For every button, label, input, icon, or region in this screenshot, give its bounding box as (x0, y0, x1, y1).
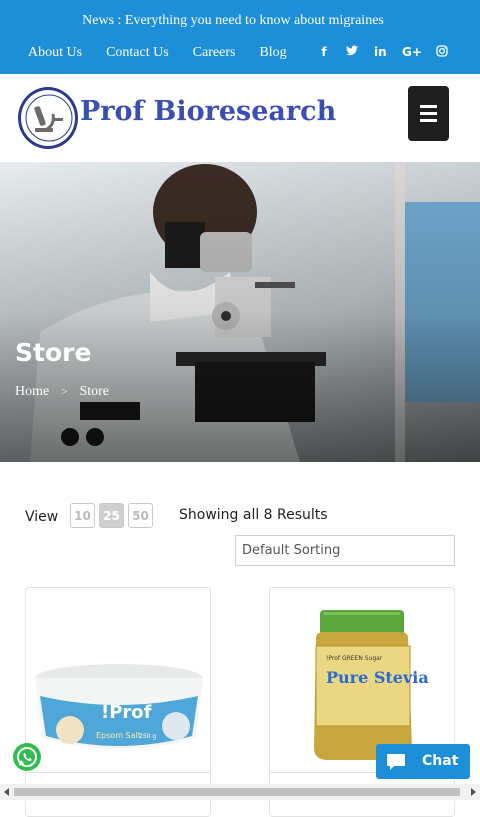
product-label-epsom: !Prof (101, 702, 152, 723)
product-sublabel-stevia: Pure Stevia (326, 668, 429, 687)
hamburger-line (420, 112, 437, 115)
news-ticker[interactable]: News : Everything you need to know about… (0, 13, 466, 29)
instagram-icon[interactable] (436, 45, 448, 60)
page-size-50[interactable]: 50 (128, 503, 153, 528)
google-plus-icon[interactable]: G+ (402, 45, 422, 60)
facebook-icon[interactable]: f (318, 45, 330, 60)
linkedin-icon[interactable]: in (374, 45, 387, 60)
scroll-left-arrow-icon[interactable] (4, 788, 9, 796)
scrollbar-thumb[interactable] (14, 788, 460, 796)
nav-careers[interactable]: Careers (193, 45, 236, 61)
social-links: f in G+ (318, 45, 448, 60)
chat-widget-button[interactable]: Chat (376, 744, 470, 779)
product-card[interactable]: !Prof GREEN Sugar Pure Stevia (269, 587, 455, 817)
top-bar: News : Everything you need to know about… (0, 0, 480, 74)
scroll-right-arrow-icon[interactable] (471, 788, 476, 796)
twitter-icon[interactable] (346, 45, 358, 60)
chat-label: Chat (422, 753, 459, 769)
nav-blog[interactable]: Blog (259, 45, 286, 61)
page-title: Store (15, 338, 92, 367)
hamburger-line (420, 119, 437, 122)
hamburger-menu-button[interactable] (408, 86, 449, 141)
page-size-10[interactable]: 10 (70, 503, 95, 528)
breadcrumb-separator-icon: > (61, 386, 68, 398)
sorting-select[interactable]: Default Sorting (235, 535, 455, 566)
breadcrumb-current: Store (79, 384, 109, 399)
product-label-stevia: !Prof GREEN Sugar (326, 655, 383, 662)
hamburger-menu-icon (420, 105, 437, 108)
top-nav: About Us Contact Us Careers Blog (28, 45, 311, 61)
breadcrumb-home[interactable]: Home (15, 384, 49, 400)
nav-contact-us[interactable]: Contact Us (106, 45, 169, 61)
whatsapp-button[interactable] (13, 743, 41, 771)
whatsapp-icon (17, 747, 37, 767)
page-size-selector: 10 25 50 (70, 503, 153, 528)
product-image-epsom-salt: !Prof Epsom Salt 250 g (35, 664, 203, 749)
product-weight-epsom: 250 g (139, 733, 156, 740)
brand-name[interactable]: Prof Bioresearch (80, 96, 336, 127)
site-header: Prof Bioresearch (0, 74, 480, 162)
results-count: Showing all 8 Results (179, 507, 328, 523)
page-size-25[interactable]: 25 (99, 503, 124, 528)
logo-emblem[interactable] (18, 87, 78, 149)
hero-image (0, 162, 480, 462)
nav-about-us[interactable]: About Us (28, 45, 82, 61)
horizontal-scrollbar[interactable] (0, 784, 480, 800)
product-card[interactable]: !Prof Epsom Salt 250 g (25, 587, 211, 817)
hero-banner: Store Home > Store (0, 162, 480, 462)
breadcrumb: Home > Store (15, 384, 109, 400)
product-sublabel-epsom: Epsom Salt (96, 731, 141, 740)
chat-bubble-icon (387, 754, 405, 770)
card-divider (26, 772, 210, 773)
view-label: View (25, 509, 59, 525)
